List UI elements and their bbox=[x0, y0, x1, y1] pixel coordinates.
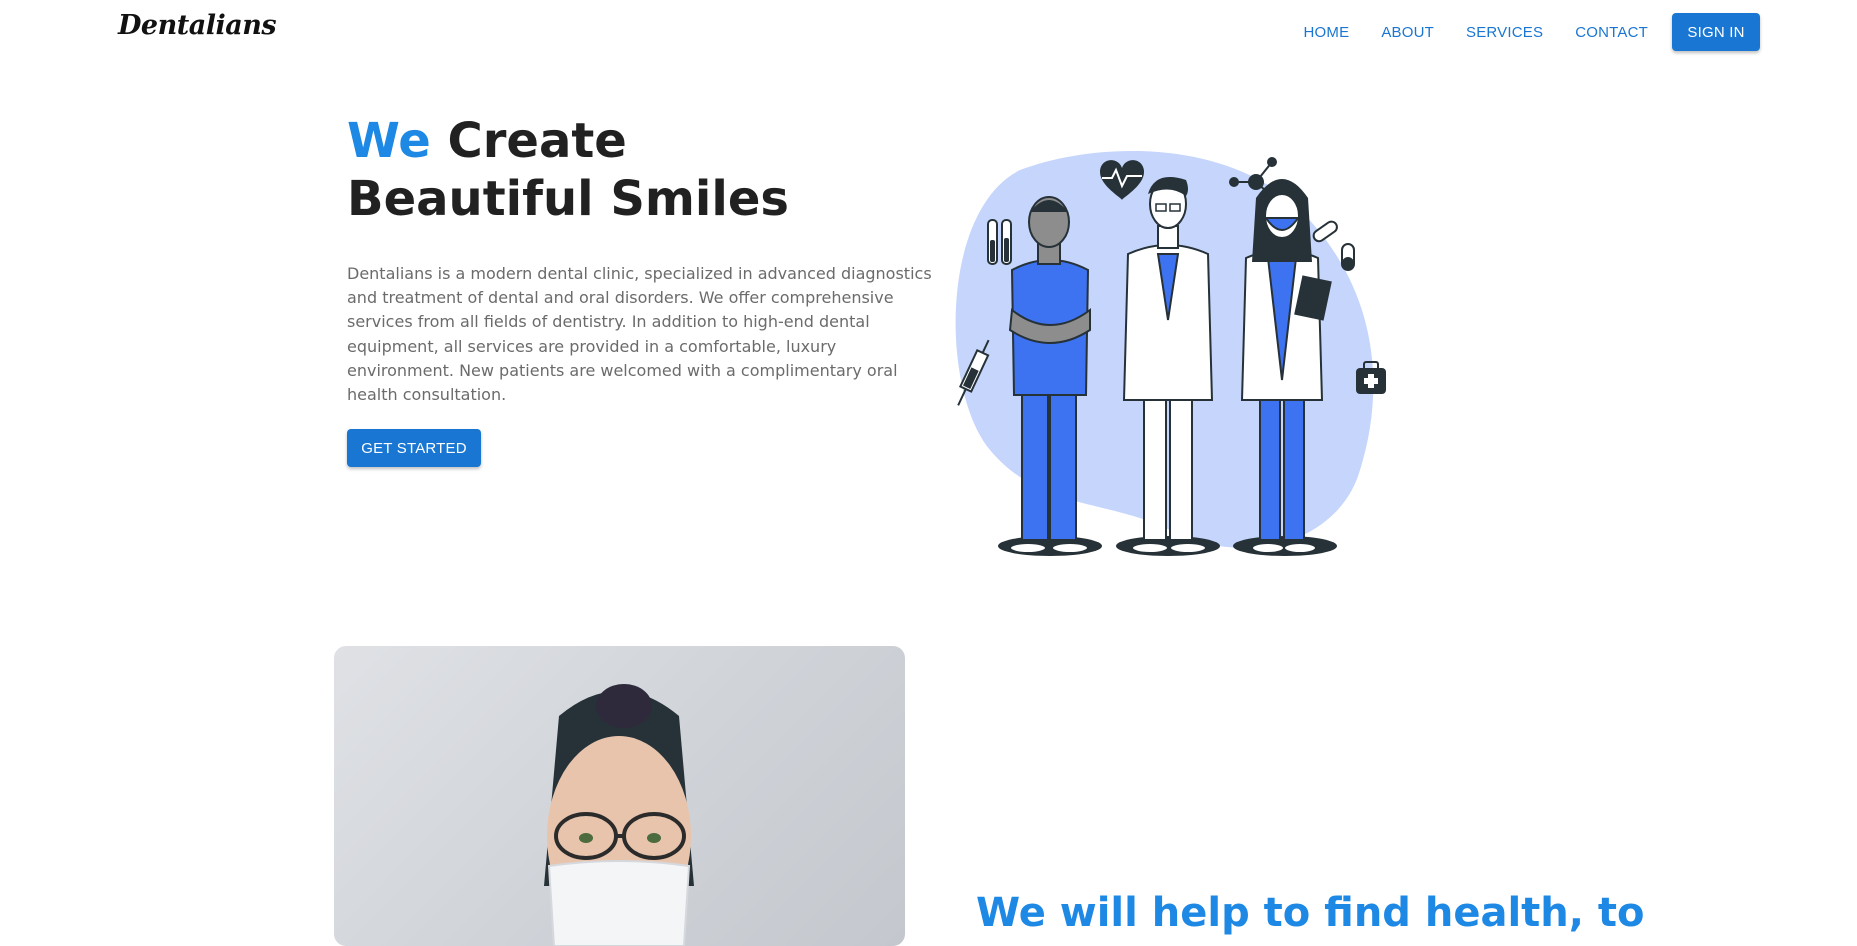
nav-link-home[interactable]: HOME bbox=[1288, 18, 1366, 47]
hero-title-accent: We bbox=[347, 113, 431, 169]
brand-logo[interactable]: Dentalians bbox=[118, 10, 277, 41]
nav-link-services[interactable]: SERVICES bbox=[1450, 18, 1559, 47]
hero-description: Dentalians is a modern dental clinic, sp… bbox=[347, 264, 932, 405]
masked-woman-photo bbox=[334, 646, 905, 946]
nav-links: HOME ABOUT SERVICES CONTACT SIGN IN bbox=[1288, 0, 1857, 64]
sign-in-button[interactable]: SIGN IN bbox=[1672, 13, 1760, 51]
hero-title: We Create Beautiful Smiles bbox=[347, 112, 867, 228]
medical-team-illustration bbox=[955, 150, 1386, 556]
nav-link-contact[interactable]: CONTACT bbox=[1559, 18, 1664, 47]
section-heading: We will help to find health, to bbox=[976, 890, 1645, 936]
get-started-button[interactable]: GET STARTED bbox=[347, 429, 481, 467]
nav-link-about[interactable]: ABOUT bbox=[1365, 18, 1450, 47]
navbar: Dentalians HOME ABOUT SERVICES CONTACT S… bbox=[0, 0, 1857, 64]
